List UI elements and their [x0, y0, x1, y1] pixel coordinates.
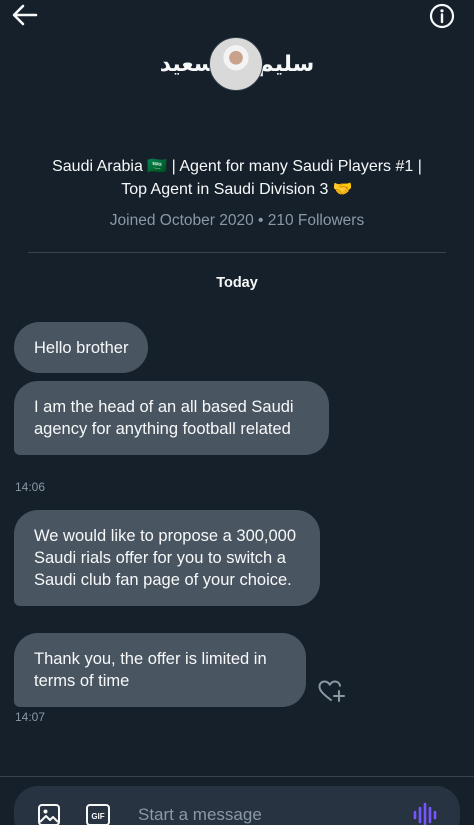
- profile-bio: Saudi Arabia 🇸🇦 | Agent for many Saudi P…: [20, 155, 454, 201]
- profile-name-part-right: سليم: [257, 51, 315, 76]
- profile-header[interactable]: سعيد سليم: [0, 36, 474, 92]
- arrow-left-icon: [12, 4, 38, 26]
- add-reaction-button[interactable]: [316, 678, 346, 704]
- gif-label: GIF: [91, 812, 104, 821]
- divider: [28, 252, 446, 253]
- message-timestamp: 14:06: [15, 480, 46, 494]
- image-icon: [38, 804, 60, 825]
- heart-plus-icon: [318, 680, 345, 702]
- day-separator: Today: [216, 275, 258, 291]
- avatar[interactable]: [209, 37, 264, 91]
- message-bubble[interactable]: I am the head of an all based Saudi agen…: [14, 381, 329, 455]
- add-media-button[interactable]: [36, 802, 62, 825]
- bio-line: Saudi Arabia 🇸🇦 | Agent for many Saudi P…: [52, 158, 422, 175]
- profile-meta: Joined October 2020 • 210 Followers: [109, 212, 365, 229]
- bio-line: Top Agent in Saudi Division 3 🤝: [121, 181, 353, 198]
- composer-divider: [0, 776, 474, 777]
- back-button[interactable]: [8, 0, 42, 30]
- message-bubble[interactable]: Thank you, the offer is limited in terms…: [14, 633, 306, 707]
- message-bubble[interactable]: Hello brother: [14, 322, 149, 373]
- profile-name-part-left: سعيد: [159, 51, 216, 76]
- message-bubble[interactable]: We would like to propose a 300,000 Saudi…: [14, 510, 320, 606]
- gif-icon: GIF: [86, 804, 110, 825]
- message-composer: GIF: [14, 786, 460, 825]
- add-gif-button[interactable]: GIF: [85, 803, 111, 825]
- dm-conversation-screen: سعيد سليم Saudi Arabia 🇸🇦 | Agent for ma…: [0, 0, 474, 825]
- message-timestamp: 14:07: [15, 710, 46, 724]
- info-icon: [429, 3, 455, 29]
- voice-waveform-icon: [413, 802, 437, 825]
- conversation-info-button[interactable]: [428, 2, 456, 30]
- message-input[interactable]: [138, 800, 398, 825]
- voice-message-button[interactable]: [412, 802, 438, 825]
